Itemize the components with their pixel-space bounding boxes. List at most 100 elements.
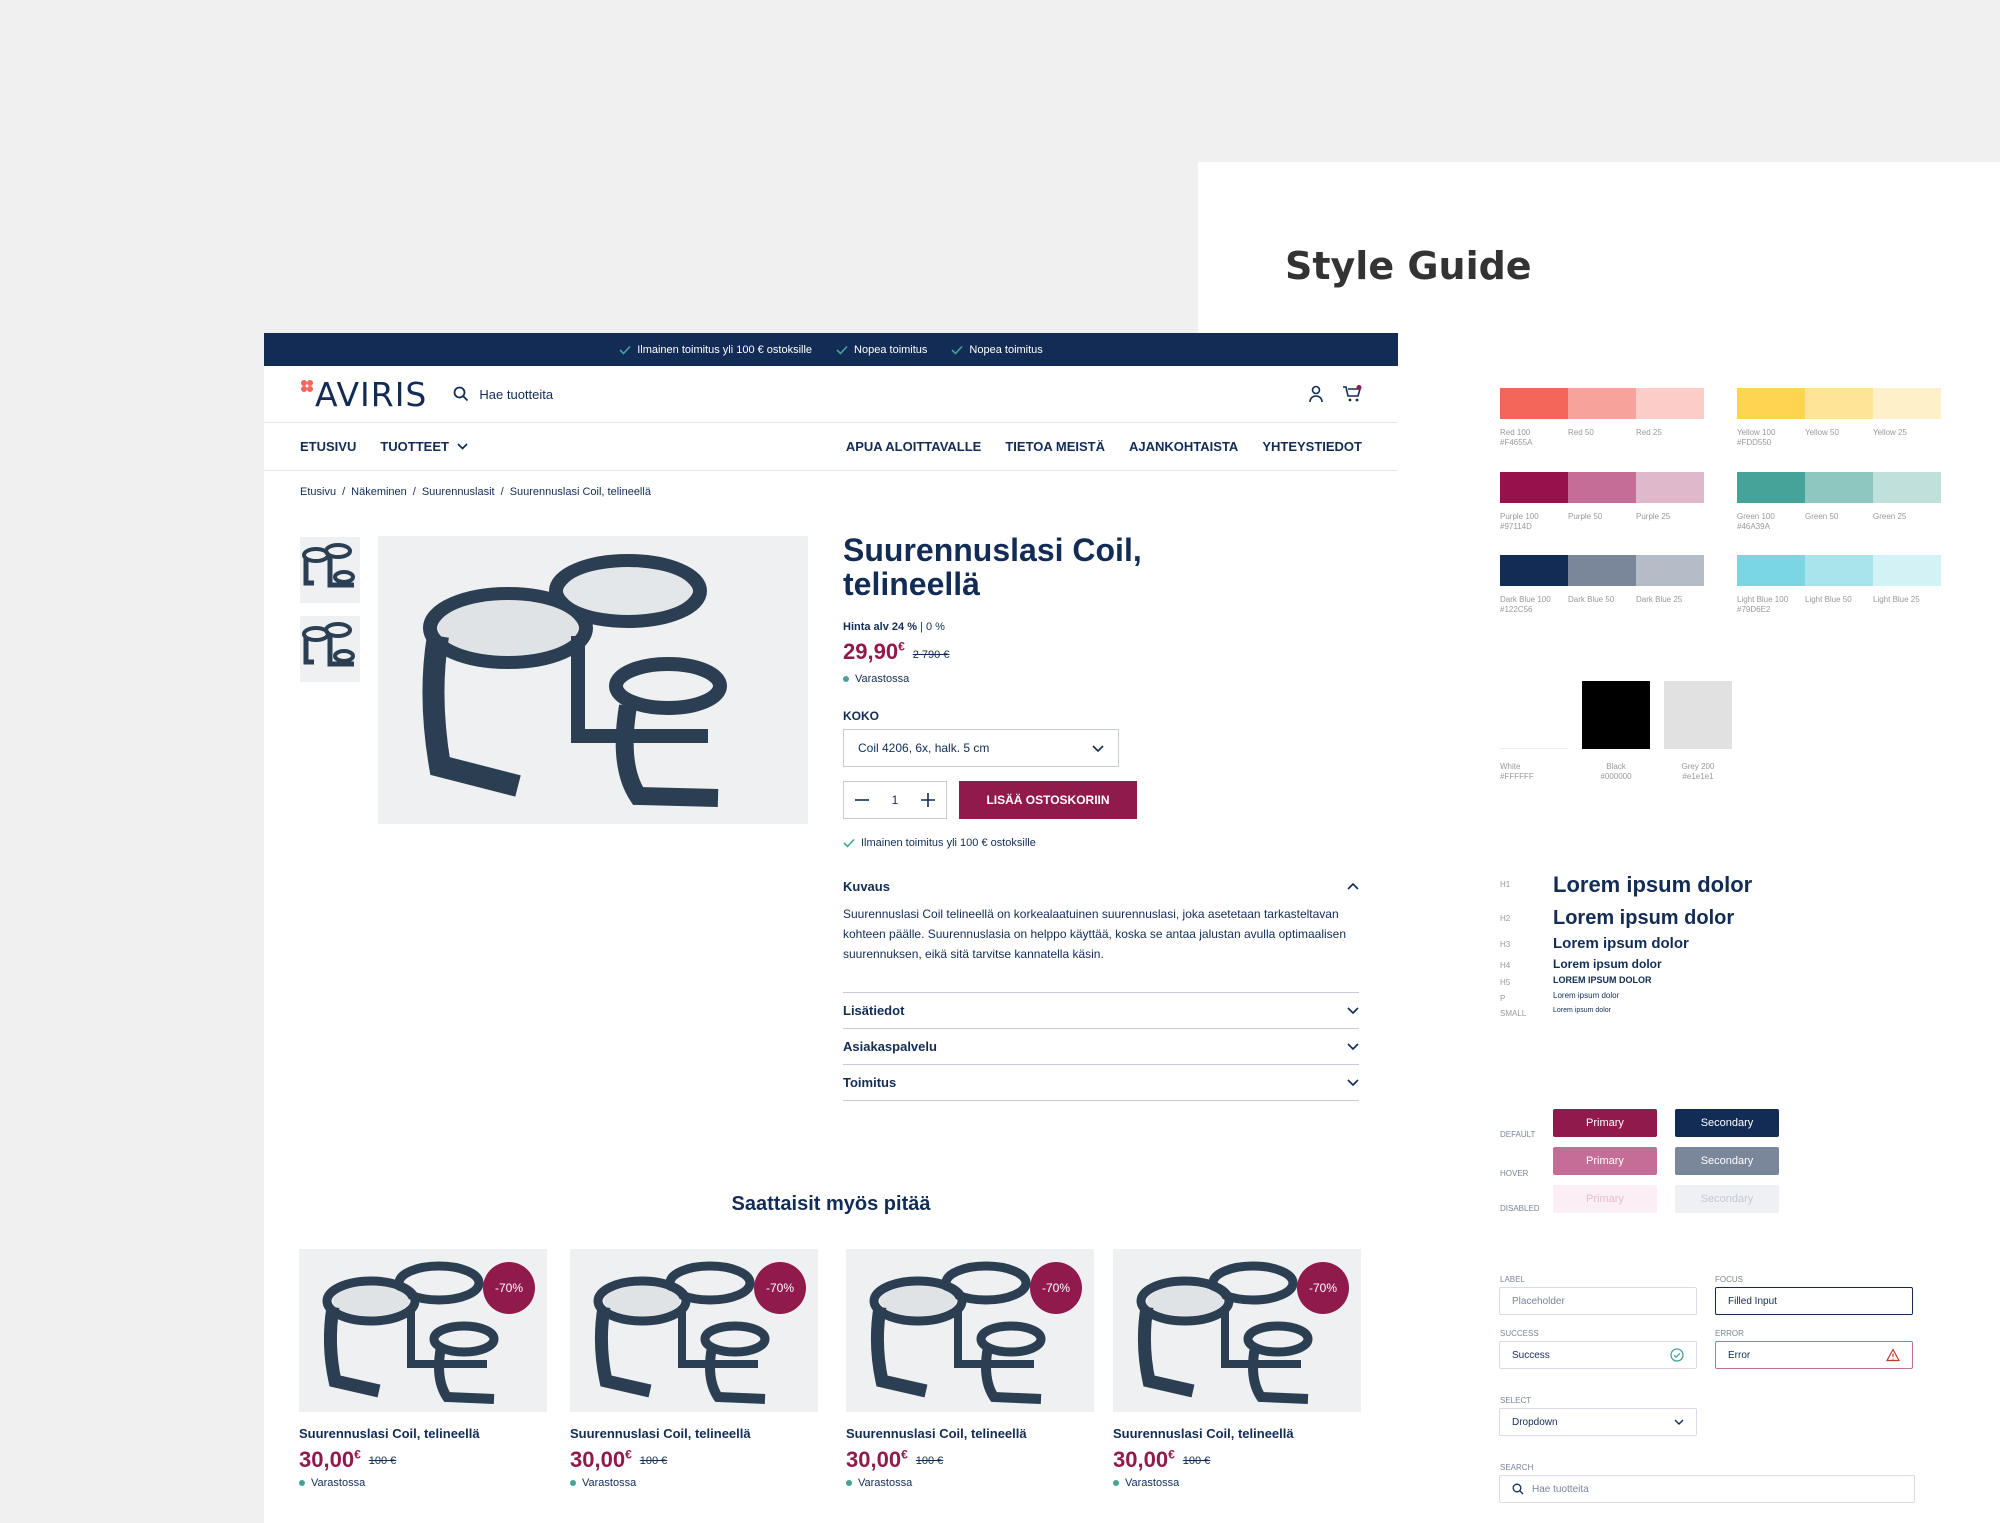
- search-icon: [1512, 1483, 1524, 1495]
- usp-text: Nopea toimitus: [969, 343, 1043, 356]
- color-swatch: [1805, 388, 1873, 419]
- header-search[interactable]: Hae tuotteita: [453, 386, 553, 402]
- state-default-label: DEFAULT: [1500, 1130, 1536, 1139]
- check-icon: [836, 345, 848, 355]
- size-select[interactable]: Coil 4206, 6x, halk. 5 cm: [843, 729, 1119, 767]
- usp-bar: Ilmainen toimitus yli 100 € ostoksille N…: [264, 333, 1398, 366]
- accordion-item-kuvaus: Kuvaus Suurennuslasi Coil telineellä on …: [843, 869, 1359, 980]
- type-sample: Lorem ipsum dolor: [1553, 935, 1689, 952]
- accordion-body: Suurennuslasi Coil telineellä on korkeal…: [843, 907, 1347, 961]
- stock-text: Varastossa: [1125, 1477, 1180, 1489]
- accordion-header[interactable]: Asiakaspalvelu: [843, 1029, 1359, 1064]
- quantity-value[interactable]: 1: [892, 793, 899, 807]
- stock-dot-icon: [846, 1480, 852, 1486]
- product-card-image[interactable]: -70%: [570, 1249, 818, 1412]
- chevron-down-icon: [1347, 1079, 1359, 1086]
- user-icon[interactable]: [1308, 385, 1324, 403]
- sg-search-input[interactable]: Hae tuotteita: [1499, 1475, 1915, 1503]
- accordion-title: Kuvaus: [843, 879, 890, 894]
- product-thumbnail[interactable]: [300, 616, 360, 682]
- accordion-item-toimitus: Toimitus: [843, 1064, 1359, 1101]
- chevron-down-icon: [1347, 1007, 1359, 1014]
- product-card-image[interactable]: -70%: [299, 1249, 547, 1412]
- old-price: 2 790 €: [912, 649, 950, 661]
- color-swatch-label: Red 25: [1636, 428, 1662, 437]
- product-card-name[interactable]: Suurennuslasi Coil, telineellä: [570, 1426, 818, 1441]
- color-swatch: [1636, 388, 1704, 419]
- nav-item-tietoa[interactable]: TIETOA MEISTÄ: [1005, 439, 1105, 454]
- type-tag-label: H2: [1500, 914, 1511, 923]
- stock-text: Varastossa: [311, 1477, 366, 1489]
- color-swatch: [1500, 555, 1568, 586]
- product-price: 29,90€ 2 790 €: [843, 639, 1363, 665]
- color-labels-purple: Purple 100 #97114D Purple 50 Purple 25: [1500, 512, 1704, 532]
- product-card-name[interactable]: Suurennuslasi Coil, telineellä: [1113, 1426, 1361, 1441]
- success-input[interactable]: Success: [1499, 1341, 1697, 1369]
- plus-icon[interactable]: [920, 793, 935, 807]
- color-swatch: [1568, 555, 1636, 586]
- accordion-header[interactable]: Toimitus: [843, 1065, 1359, 1100]
- product-info: Suurennuslasi Coil, telineellä Hinta alv…: [843, 533, 1363, 1101]
- card-old-price: 100 €: [1182, 1455, 1211, 1467]
- card-current-price: 30,00€: [570, 1447, 632, 1472]
- nav-item-etusivu[interactable]: ETUSIVU: [300, 439, 356, 454]
- secondary-button-default[interactable]: Secondary: [1675, 1109, 1779, 1137]
- color-swatch-label: Green 50: [1805, 512, 1839, 521]
- chevron-down-icon: [1347, 1043, 1359, 1050]
- breadcrumb-item[interactable]: Näkeminen: [351, 486, 407, 498]
- color-row-lightblue: [1737, 555, 1941, 586]
- type-sample: Lorem ipsum dolor: [1553, 1007, 1611, 1014]
- product-card[interactable]: -70% Suurennuslasi Coil, telineellä 30,00€…: [570, 1249, 818, 1489]
- primary-button-default[interactable]: Primary: [1553, 1109, 1657, 1137]
- price-vat-alt[interactable]: 0 %: [926, 621, 945, 633]
- color-swatch: [1737, 388, 1805, 419]
- stock-status: Varastossa: [1113, 1477, 1361, 1489]
- add-to-cart-button[interactable]: LISÄÄ OSTOSKORIIN: [959, 781, 1137, 819]
- nav-item-tuotteet[interactable]: TUOTTEET: [380, 439, 468, 454]
- discount-badge: -70%: [483, 1262, 535, 1314]
- dropdown-select[interactable]: Dropdown: [1499, 1408, 1697, 1436]
- product-card[interactable]: -70% Suurennuslasi Coil, telineellä 30,00€…: [299, 1249, 547, 1489]
- logo[interactable]: AVIRIS: [300, 375, 427, 414]
- error-input[interactable]: Error: [1715, 1341, 1913, 1369]
- color-swatch-label: Green 100 #46A39A: [1737, 512, 1775, 531]
- check-icon: [951, 345, 964, 355]
- minus-icon[interactable]: [855, 799, 870, 801]
- placeholder-input[interactable]: Placeholder: [1499, 1287, 1697, 1315]
- neutral-swatch: [1582, 681, 1650, 749]
- product-card-image[interactable]: -70%: [846, 1249, 1094, 1412]
- type-tag-label: H5: [1500, 978, 1511, 988]
- sg-search-placeholder: Hae tuotteita: [1532, 1483, 1589, 1495]
- nav-item-ajankohtaista[interactable]: AJANKOHTAISTA: [1129, 439, 1238, 454]
- product-card[interactable]: -70% Suurennuslasi Coil, telineellä 30,00€…: [1113, 1249, 1361, 1489]
- product-card-price: 30,00€ 100 €: [570, 1447, 818, 1473]
- breadcrumb-item[interactable]: Etusivu: [300, 486, 336, 498]
- accordion-header[interactable]: Lisätiedot: [843, 993, 1359, 1028]
- focus-input[interactable]: Filled Input: [1715, 1287, 1913, 1315]
- cart-icon[interactable]: [1342, 385, 1362, 403]
- product-card[interactable]: -70% Suurennuslasi Coil, telineellä 30,00€…: [846, 1249, 1094, 1489]
- discount-badge: -70%: [1297, 1262, 1349, 1314]
- accordion-header[interactable]: Kuvaus: [843, 869, 1359, 904]
- usp-text: Nopea toimitus: [854, 343, 928, 356]
- neutral-swatch: [1664, 681, 1732, 749]
- product-card-image[interactable]: -70%: [1113, 1249, 1361, 1412]
- color-swatch: [1873, 472, 1941, 503]
- nav-item-yhteystiedot[interactable]: YHTEYSTIEDOT: [1262, 439, 1362, 454]
- product-card-name[interactable]: Suurennuslasi Coil, telineellä: [846, 1426, 1094, 1441]
- primary-button-hover[interactable]: Primary: [1553, 1147, 1657, 1175]
- nav-item-apua[interactable]: APUA ALOITTAVALLE: [846, 439, 982, 454]
- product-card-name[interactable]: Suurennuslasi Coil, telineellä: [299, 1426, 547, 1441]
- usp-text: Ilmainen toimitus yli 100 € ostoksille: [637, 343, 813, 356]
- color-swatch-label: Yellow 100 #FDD550: [1737, 428, 1776, 447]
- header-icons: [1308, 385, 1362, 403]
- secondary-button-hover[interactable]: Secondary: [1675, 1147, 1779, 1175]
- magnifier-image: [422, 554, 727, 807]
- product-thumbnail[interactable]: [300, 537, 360, 603]
- breadcrumb-item[interactable]: Suurennuslasit: [422, 486, 495, 498]
- product-main-image[interactable]: [378, 536, 808, 824]
- color-swatch-label: Yellow 25: [1873, 428, 1907, 437]
- breadcrumb-current: Suurennuslasi Coil, telineellä: [509, 486, 651, 498]
- stock-dot-icon: [570, 1480, 576, 1486]
- input-label-label: LABEL: [1500, 1275, 1525, 1284]
